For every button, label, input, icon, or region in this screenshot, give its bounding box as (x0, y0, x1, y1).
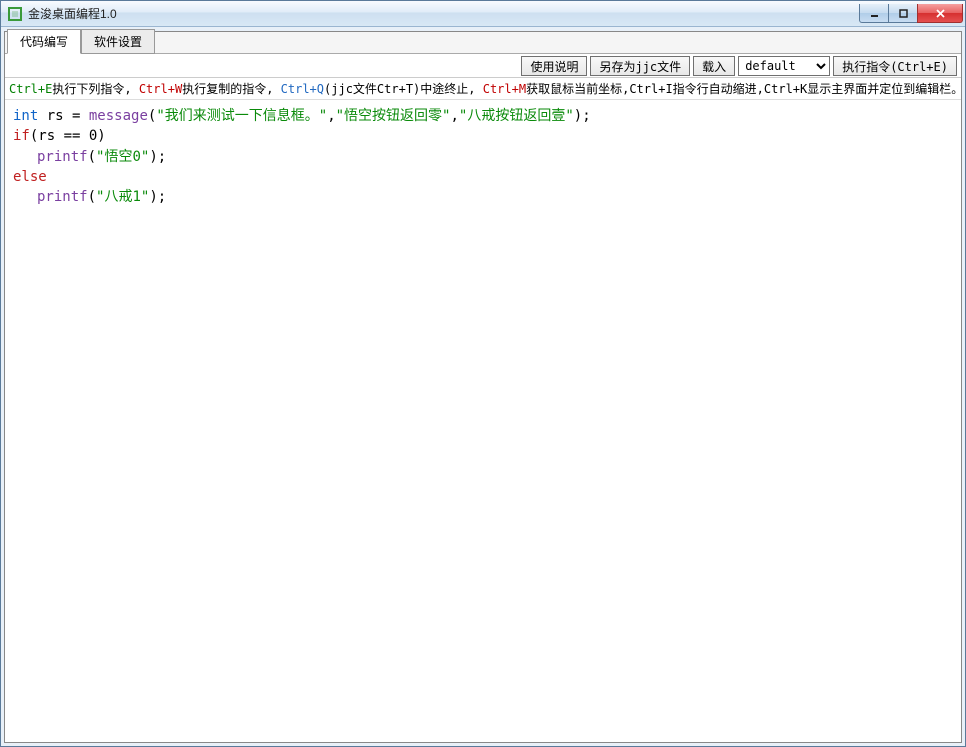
minimize-button[interactable] (859, 4, 889, 23)
profile-select[interactable]: default (738, 56, 830, 76)
hint-key-2: Ctrl+W (139, 82, 182, 96)
token-id: rs = (38, 108, 89, 124)
saveas-button[interactable]: 另存为jjc文件 (590, 56, 690, 76)
hint-key-4: Ctrl+M (483, 82, 526, 96)
token-cond: (rs == 0) (30, 128, 106, 144)
token-string: "八戒按钮返回壹" (459, 108, 574, 124)
token-punc: ); (149, 149, 166, 165)
window-controls (860, 4, 963, 23)
token-string: "悟空0" (96, 149, 149, 165)
app-icon (7, 6, 23, 22)
tab-code-edit[interactable]: 代码编写 (7, 29, 81, 54)
token-type: int (13, 108, 38, 124)
application-window: 金浚桌面编程1.0 代码编写 软件设置 使用说明 另存为jjc文件 载入 def… (0, 0, 966, 747)
hint-text-3: (jjc文件Ctr+T)中途终止, (324, 82, 475, 96)
tabstrip: 代码编写 软件设置 (5, 32, 961, 54)
code-editor[interactable]: int rs = message ( "我们来测试一下信息框。","悟空按钮返回零"… (5, 100, 961, 742)
maximize-button[interactable] (888, 4, 918, 23)
token-punc: ); (574, 108, 591, 124)
titlebar[interactable]: 金浚桌面编程1.0 (1, 1, 965, 27)
content-area: 代码编写 软件设置 使用说明 另存为jjc文件 载入 default 执行指令(… (4, 31, 962, 743)
hint-text-1: 执行下列指令, (52, 82, 131, 96)
token-func: printf (37, 149, 88, 165)
token-punc: ( (88, 149, 96, 165)
token-string: "我们来测试一下信息框。" (156, 108, 327, 124)
token-punc: , (450, 108, 458, 124)
token-func: message (89, 108, 148, 124)
hint-key-3: Ctrl+Q (281, 82, 324, 96)
token-string: "悟空按钮返回零" (336, 108, 451, 124)
run-button[interactable]: 执行指令(Ctrl+E) (833, 56, 957, 76)
help-button[interactable]: 使用说明 (521, 56, 587, 76)
window-title: 金浚桌面编程1.0 (28, 5, 860, 22)
token-punc: ( (88, 189, 96, 205)
hint-key-1: Ctrl+E (9, 82, 52, 96)
close-button[interactable] (917, 4, 963, 23)
token-func: printf (37, 189, 88, 205)
token-string: "八戒1" (96, 189, 149, 205)
token-keyword: if (13, 128, 30, 144)
token-keyword: else (13, 169, 47, 185)
hint-bar: Ctrl+E执行下列指令, Ctrl+W执行复制的指令, Ctrl+Q(jjc文… (5, 78, 961, 100)
hint-text-2: 执行复制的指令, (182, 82, 273, 96)
token-punc: , (327, 108, 335, 124)
tab-settings[interactable]: 软件设置 (81, 29, 155, 54)
toolbar: 使用说明 另存为jjc文件 载入 default 执行指令(Ctrl+E) (5, 54, 961, 78)
token-punc: ); (149, 189, 166, 205)
hint-text-4: 获取鼠标当前坐标,Ctrl+I指令行自动缩进,Ctrl+K显示主界面并定位到编辑… (526, 82, 961, 96)
load-button[interactable]: 载入 (693, 56, 735, 76)
